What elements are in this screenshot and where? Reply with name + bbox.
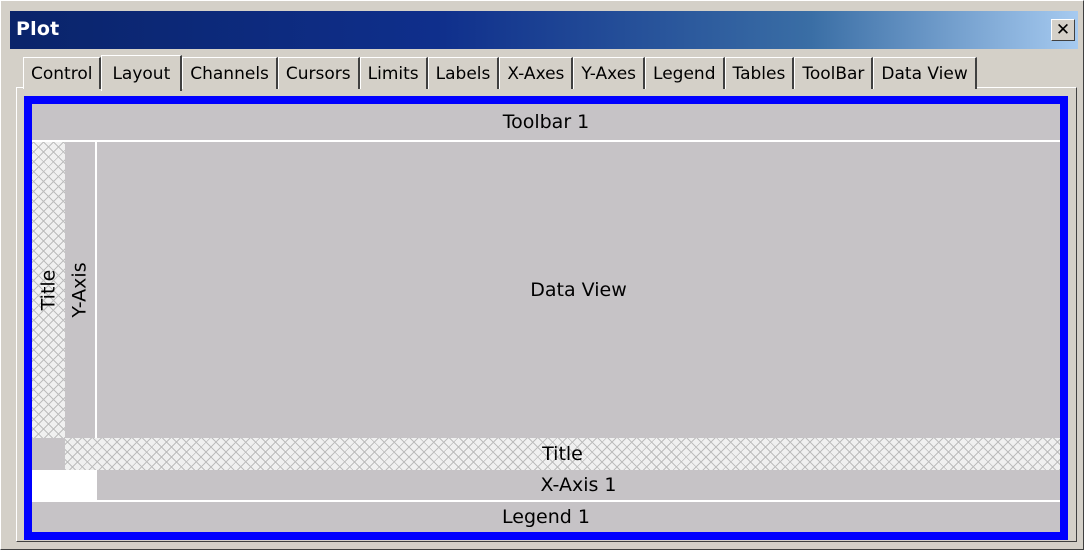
layout-frame: Toolbar 1 Title Y-Axis Data View Title X… [24,96,1068,540]
tab-label: Cursors [285,63,351,84]
tab-layout[interactable]: Layout [101,55,183,91]
title-bottom-label: Title [542,443,583,465]
tab-label: Tables [732,63,786,84]
tab-label: X-Axes [507,63,565,84]
x-axis-label: X-Axis 1 [540,474,617,496]
tab-limits[interactable]: Limits [359,57,428,89]
tab-label: Labels [435,63,491,84]
tab-strip: Control Layout Channels Cursors Limits L… [23,53,977,91]
legend-region[interactable]: Legend 1 [32,502,1060,532]
data-view-region[interactable]: Data View [97,142,1060,438]
toolbar-region[interactable]: Toolbar 1 [32,104,1060,142]
x-axis-region[interactable]: X-Axis 1 [97,470,1060,502]
tab-control[interactable]: Control [23,57,102,89]
window-title: Plot [16,18,60,40]
tab-cursors[interactable]: Cursors [277,57,360,89]
tab-legend[interactable]: Legend [645,57,725,89]
plot-window: Plot ✕ Control Layout Channels Cursors L… [0,0,1084,550]
tab-toolbar[interactable]: ToolBar [794,57,874,89]
title-bottom-region[interactable]: Title [65,438,1060,470]
tab-tables[interactable]: Tables [724,57,795,89]
tab-x-axes[interactable]: X-Axes [499,57,574,89]
tab-label: Layout [112,63,171,84]
corner-spacer [32,470,97,502]
y-axis-region[interactable]: Y-Axis [65,142,97,438]
tab-label: ToolBar [802,63,865,84]
toolbar-region-label: Toolbar 1 [502,111,590,133]
tab-label: Channels [190,63,269,84]
tab-y-axes[interactable]: Y-Axes [573,57,646,89]
tab-label: Data View [881,63,968,84]
tab-channels[interactable]: Channels [182,57,278,89]
legend-region-label: Legend 1 [502,506,590,528]
tab-label: Y-Axes [581,63,637,84]
close-button[interactable]: ✕ [1051,19,1075,41]
y-axis-label: Y-Axis [69,262,91,318]
tab-labels[interactable]: Labels [427,57,500,89]
title-bar[interactable]: Plot ✕ [10,11,1078,49]
tab-label: Control [31,63,93,84]
close-icon: ✕ [1055,19,1071,40]
data-view-label: Data View [530,279,627,301]
tab-label: Limits [367,63,419,84]
tab-label: Legend [653,63,716,84]
title-left-region[interactable]: Title [32,142,65,438]
tab-data-view[interactable]: Data View [873,57,977,89]
title-left-label: Title [37,269,60,311]
